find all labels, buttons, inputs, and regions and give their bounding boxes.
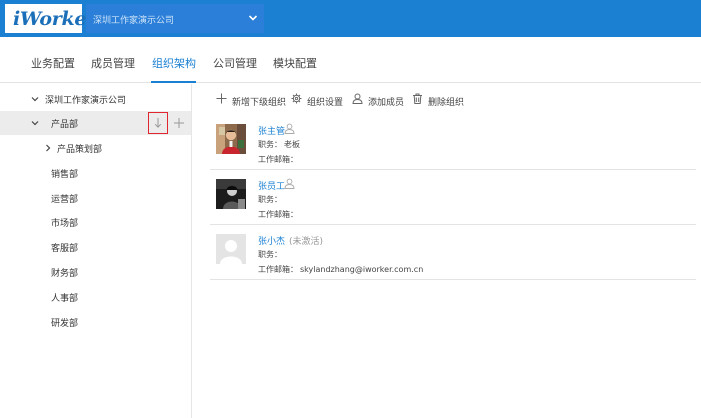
tree-node-operations[interactable]: 运营部 bbox=[0, 186, 191, 210]
tree-node-label: 运营部 bbox=[51, 195, 79, 205]
avatar-placeholder bbox=[216, 234, 246, 264]
add-sub-org-label: 新增下级组织 bbox=[232, 98, 287, 108]
add-sub-org-button[interactable]: 新增下级组织 bbox=[216, 90, 288, 110]
avatar bbox=[216, 179, 246, 209]
tree-node-label: 深圳工作家演示公司 bbox=[45, 96, 127, 106]
add-sub-department-icon[interactable] bbox=[174, 117, 184, 129]
move-down-button[interactable] bbox=[148, 112, 168, 134]
org-settings-label: 组织设置 bbox=[307, 98, 344, 108]
member-position: 老板 bbox=[284, 140, 300, 149]
logo[interactable]: iWorker bbox=[5, 4, 96, 33]
tree-node-marketing[interactable]: 市场部 bbox=[0, 210, 191, 234]
member-card[interactable]: 张小杰 (未激活) 职务： 工作邮箱： skylandzhang@iworker.c… bbox=[210, 225, 696, 280]
tree-node-customer-service[interactable]: 客服部 bbox=[0, 235, 191, 259]
member-position-row: 职务： bbox=[258, 249, 284, 260]
tree-node-rnd[interactable]: 研发部 bbox=[0, 310, 191, 334]
tree-node-label: 研发部 bbox=[51, 319, 79, 329]
delete-org-label: 删除组织 bbox=[428, 98, 465, 108]
member-position-row: 职务： 老板 bbox=[258, 139, 300, 150]
tree-node-hr[interactable]: 人事部 bbox=[0, 285, 191, 309]
add-member-label: 添加成员 bbox=[368, 98, 405, 108]
tab-business-config[interactable]: 业务配置 bbox=[31, 55, 75, 71]
member-email: skylandzhang@iworker.com.cn bbox=[300, 265, 424, 274]
tab-member-management[interactable]: 成员管理 bbox=[91, 55, 135, 71]
delete-org-button[interactable]: 删除组织 bbox=[412, 90, 470, 110]
tree-node-label: 产品策划部 bbox=[57, 145, 103, 155]
member-email-row: 工作邮箱： bbox=[258, 154, 300, 165]
position-label: 职务： bbox=[258, 140, 282, 149]
tree-node-label: 财务部 bbox=[51, 269, 79, 279]
member-name[interactable]: 张员工 bbox=[258, 179, 285, 192]
chevron-down-icon[interactable] bbox=[31, 119, 39, 127]
plus-icon bbox=[216, 93, 227, 104]
tree-node-label: 产品部 bbox=[51, 120, 79, 130]
tree-node-label: 市场部 bbox=[51, 219, 79, 229]
tree-node-sales[interactable]: 销售部 bbox=[0, 161, 191, 185]
member-card[interactable]: 张主管 职务： 老板 工作邮箱： bbox=[210, 115, 696, 170]
tab-org-structure[interactable]: 组织架构 bbox=[152, 55, 196, 71]
user-icon bbox=[284, 123, 295, 134]
tree-node-finance[interactable]: 财务部 bbox=[0, 260, 191, 284]
member-card[interactable]: 张员工 职务： 工作邮箱： bbox=[210, 170, 696, 225]
top-bar: iWorker 深圳工作家演示公司 bbox=[0, 0, 701, 37]
member-name[interactable]: 张小杰 bbox=[258, 237, 285, 247]
member-status: (未激活) bbox=[289, 237, 324, 247]
main-nav: 业务配置 成员管理 组织架构 公司管理 模块配置 bbox=[0, 37, 701, 83]
email-label: 工作邮箱： bbox=[258, 265, 298, 274]
company-name: 深圳工作家演示公司 bbox=[93, 16, 175, 26]
member-email-row: 工作邮箱： skylandzhang@iworker.com.cn bbox=[258, 264, 423, 275]
avatar bbox=[216, 124, 246, 154]
org-tree: 深圳工作家演示公司 产品部 产品策划部 销售部 运营部 市场部 客服部 财务部 … bbox=[0, 84, 192, 418]
tree-node-product-planning[interactable]: 产品策划部 bbox=[0, 136, 191, 160]
arrow-down-icon bbox=[154, 118, 162, 128]
tree-node-product-dept[interactable]: 产品部 bbox=[0, 111, 191, 135]
org-structure-page: iWorker 深圳工作家演示公司 业务配置 成员管理 组织架构 公司管理 模块… bbox=[0, 0, 701, 418]
member-name[interactable]: 张主管 bbox=[258, 124, 285, 137]
tree-node-label: 人事部 bbox=[51, 294, 79, 304]
member-position-row: 职务： bbox=[258, 194, 284, 205]
company-selector[interactable]: 深圳工作家演示公司 bbox=[86, 4, 264, 33]
user-icon bbox=[284, 178, 295, 189]
chevron-down-icon bbox=[248, 15, 258, 21]
gear-icon bbox=[291, 93, 302, 104]
add-member-button[interactable]: 添加成员 bbox=[352, 90, 410, 110]
chevron-down-icon[interactable] bbox=[31, 95, 39, 103]
position-label: 职务： bbox=[258, 195, 282, 204]
active-tab-indicator bbox=[151, 81, 196, 83]
tree-node-label: 客服部 bbox=[51, 244, 79, 254]
user-icon bbox=[352, 93, 363, 104]
tree-node-root[interactable]: 深圳工作家演示公司 bbox=[0, 87, 191, 111]
trash-icon bbox=[413, 93, 422, 104]
member-email-row: 工作邮箱： bbox=[258, 209, 300, 220]
tree-node-actions bbox=[148, 112, 184, 134]
tab-module-config[interactable]: 模块配置 bbox=[273, 55, 317, 71]
member-name-row: 张小杰 (未激活) bbox=[258, 234, 323, 247]
position-label: 职务： bbox=[258, 250, 282, 259]
email-label: 工作邮箱： bbox=[258, 155, 298, 164]
tab-company-management[interactable]: 公司管理 bbox=[213, 55, 257, 71]
logo-text: iWorker bbox=[13, 8, 96, 30]
email-label: 工作邮箱： bbox=[258, 210, 298, 219]
chevron-right-icon[interactable] bbox=[44, 144, 52, 152]
tree-node-label: 销售部 bbox=[51, 170, 79, 180]
org-settings-button[interactable]: 组织设置 bbox=[291, 90, 349, 110]
